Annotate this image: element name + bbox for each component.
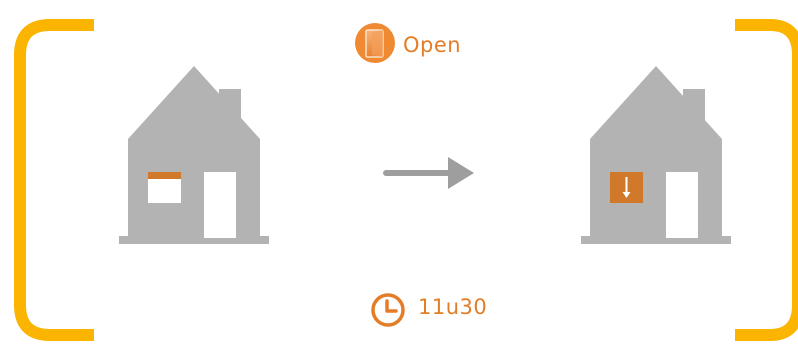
clock-icon	[371, 293, 405, 327]
status-label: Open	[403, 33, 462, 57]
door-open-icon	[355, 23, 395, 63]
arrow-right-icon	[383, 157, 474, 189]
left-bracket	[14, 19, 94, 341]
house-shutter-closed-icon	[581, 66, 731, 244]
house-window-icon	[119, 66, 269, 244]
time-label: 11u30	[418, 295, 488, 319]
right-bracket	[735, 19, 798, 341]
scene-canvas	[14, 19, 798, 341]
